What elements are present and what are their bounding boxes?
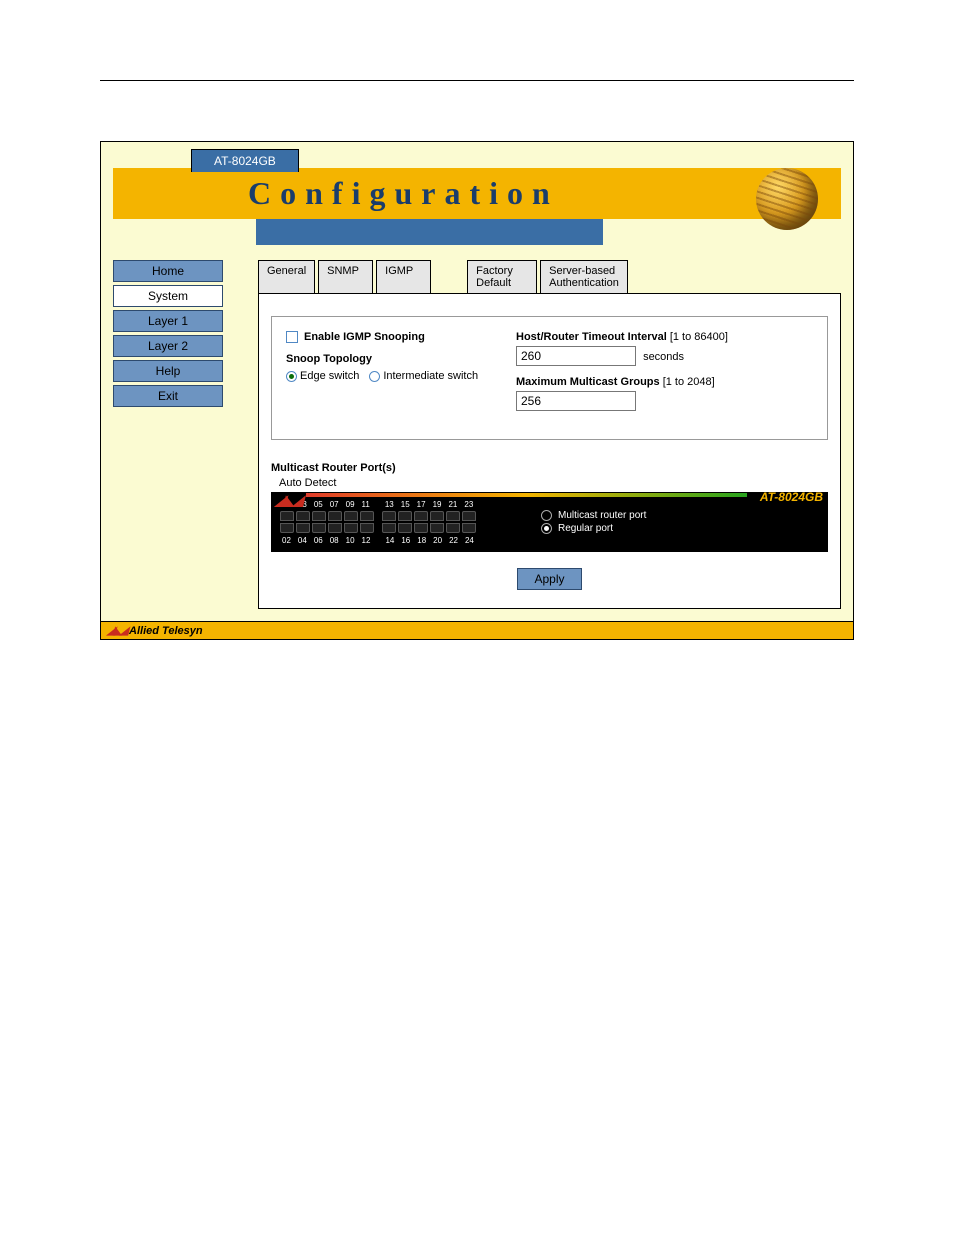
sidebar: Home System Layer 1 Layer 2 Help Exit xyxy=(113,260,223,609)
port-11[interactable] xyxy=(360,511,374,521)
footer-bar: ◢◣◢ Allied Telesyn xyxy=(101,621,853,639)
port-02[interactable] xyxy=(280,523,294,533)
port-22[interactable] xyxy=(446,523,460,533)
port-03[interactable] xyxy=(296,511,310,521)
app-window: AT-8024GB Configuration Home System Laye… xyxy=(100,141,854,640)
port-14[interactable] xyxy=(382,523,396,533)
igmp-panel: Enable IGMP Snooping Snoop Topology Edge… xyxy=(258,293,841,609)
legend-regular-label: Regular port xyxy=(558,523,613,534)
tab-row: General SNMP IGMP FactoryDefault Server-… xyxy=(258,260,841,294)
auto-detect-checkbox[interactable]: Auto Detect xyxy=(274,477,828,489)
page-title: Configuration xyxy=(113,175,841,212)
port-16[interactable] xyxy=(398,523,412,533)
timeout-input[interactable]: 260 xyxy=(516,346,636,366)
radio-intermediate-label: Intermediate switch xyxy=(383,370,478,382)
apply-button[interactable]: Apply xyxy=(517,568,581,590)
timeout-label: Host/Router Timeout Interval xyxy=(516,331,667,343)
port-10[interactable] xyxy=(344,523,358,533)
enable-igmp-snooping-checkbox[interactable]: Enable IGMP Snooping xyxy=(286,331,496,343)
auto-detect-label: Auto Detect xyxy=(279,477,336,489)
radio-regular-port[interactable] xyxy=(541,523,552,534)
port-numbers-top: 010305070911 131517192123 xyxy=(280,500,476,509)
sidebar-item-system[interactable]: System xyxy=(113,285,223,307)
sidebar-item-layer1[interactable]: Layer 1 xyxy=(113,310,223,332)
port-21[interactable] xyxy=(446,511,460,521)
snoop-topology-heading: Snoop Topology xyxy=(286,353,496,365)
port-logo-icon: ◢◣◢ xyxy=(275,492,301,509)
sidebar-item-home[interactable]: Home xyxy=(113,260,223,282)
port-05[interactable] xyxy=(312,511,326,521)
sidebar-item-exit[interactable]: Exit xyxy=(113,385,223,407)
port-13[interactable] xyxy=(382,511,396,521)
maxgroups-range: [1 to 2048] xyxy=(663,376,715,388)
timeout-unit: seconds xyxy=(643,351,684,363)
port-panel: ◢◣◢ AT-8024GB 010305070911 131517192123 xyxy=(271,492,828,552)
tab-general[interactable]: General xyxy=(258,260,315,294)
header-separator xyxy=(100,80,854,81)
port-24[interactable] xyxy=(462,523,476,533)
port-04[interactable] xyxy=(296,523,310,533)
port-12[interactable] xyxy=(360,523,374,533)
radio-edge-switch[interactable] xyxy=(286,371,297,382)
timeout-range: [1 to 86400] xyxy=(670,331,728,343)
radio-edge-label: Edge switch xyxy=(300,370,359,382)
radio-multicast-port[interactable] xyxy=(541,510,552,521)
tab-factory-default[interactable]: FactoryDefault xyxy=(467,260,537,294)
mrp-heading: Multicast Router Port(s) xyxy=(271,462,828,474)
tab-server-auth[interactable]: Server-basedAuthentication xyxy=(540,260,628,294)
port-01[interactable] xyxy=(280,511,294,521)
port-18[interactable] xyxy=(414,523,428,533)
port-08[interactable] xyxy=(328,523,342,533)
port-09[interactable] xyxy=(344,511,358,521)
port-07[interactable] xyxy=(328,511,342,521)
checkbox-icon xyxy=(286,331,298,343)
port-stripe xyxy=(306,493,747,497)
globe-logo xyxy=(756,168,818,230)
maxgroups-label: Maximum Multicast Groups xyxy=(516,376,660,388)
sidebar-item-layer2[interactable]: Layer 2 xyxy=(113,335,223,357)
tab-igmp[interactable]: IGMP xyxy=(376,260,431,294)
title-banner: Configuration xyxy=(113,168,841,219)
port-20[interactable] xyxy=(430,523,444,533)
port-model-label: AT-8024GB xyxy=(760,490,823,504)
footer-logo: ◢◣◢ Allied Telesyn xyxy=(107,624,203,637)
device-name-bar: AT-8024GB xyxy=(191,149,299,172)
legend-multicast-label: Multicast router port xyxy=(558,510,646,521)
port-legend: Multicast router port Regular port xyxy=(541,510,646,536)
maxgroups-input[interactable]: 256 xyxy=(516,391,636,411)
port-17[interactable] xyxy=(414,511,428,521)
sidebar-item-help[interactable]: Help xyxy=(113,360,223,382)
port-15[interactable] xyxy=(398,511,412,521)
port-23[interactable] xyxy=(462,511,476,521)
port-numbers-bottom: 020406081012 141618202224 xyxy=(280,536,476,545)
port-06[interactable] xyxy=(312,523,326,533)
radio-intermediate-switch[interactable] xyxy=(369,371,380,382)
port-19[interactable] xyxy=(430,511,444,521)
tab-snmp[interactable]: SNMP xyxy=(318,260,373,294)
sub-banner xyxy=(256,219,603,245)
enable-igmp-snooping-label: Enable IGMP Snooping xyxy=(304,331,425,343)
